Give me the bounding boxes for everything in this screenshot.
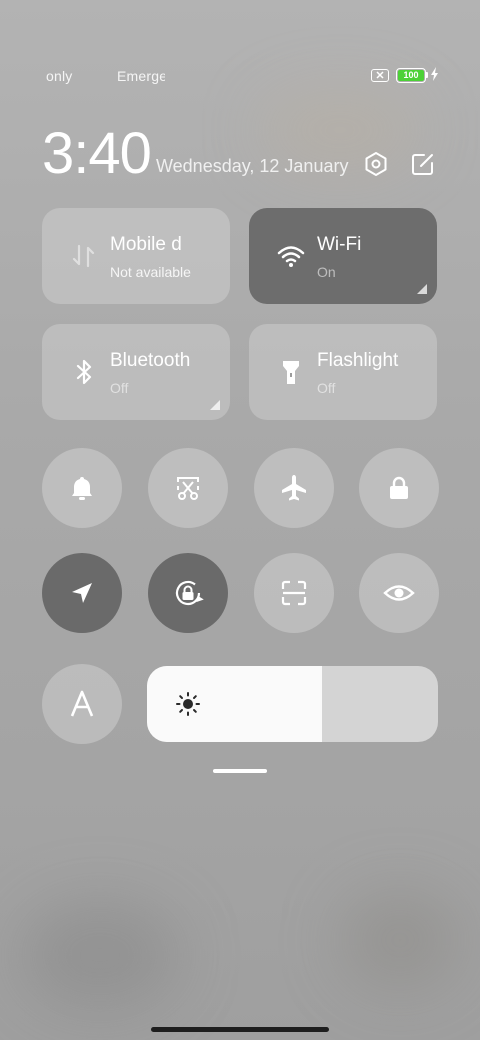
tile-label: Flashlight [317, 350, 399, 371]
toggle-font-size[interactable] [42, 664, 122, 744]
screenshot-icon [177, 477, 199, 500]
rotation-lock-icon [175, 580, 204, 606]
toggle-rotation-lock[interactable] [148, 553, 228, 633]
wallpaper-blur [340, 890, 460, 990]
toggle-reading-mode[interactable] [359, 553, 439, 633]
settings-hex-icon[interactable] [362, 150, 390, 178]
tile-status: Off [110, 380, 129, 396]
charging-bolt-icon [431, 67, 438, 81]
emergency-label: Emerge [117, 68, 165, 84]
wifi-icon [277, 246, 305, 267]
clock-time: 3:40 [42, 121, 152, 186]
toggle-scanner[interactable] [254, 553, 334, 633]
battery-icon: 100 [396, 68, 426, 83]
bell-icon [72, 477, 92, 500]
expand-corner-icon[interactable] [417, 284, 427, 294]
tile-wifi[interactable]: Wi-Fi On [249, 208, 437, 304]
wallpaper-blur [20, 900, 180, 1010]
tile-status: Not available [110, 264, 191, 280]
bluetooth-icon [76, 359, 92, 385]
flashlight-icon [283, 361, 299, 384]
tile-bluetooth[interactable]: Bluetooth Off [42, 324, 230, 420]
tile-status: Off [317, 380, 336, 396]
toggle-lock-screen[interactable] [359, 448, 439, 528]
tile-status: On [317, 264, 336, 280]
brightness-slider[interactable] [147, 666, 438, 742]
carrier-label: only [46, 68, 73, 84]
edit-icon[interactable] [409, 150, 437, 178]
toggle-location[interactable] [42, 553, 122, 633]
sun-icon [176, 692, 200, 716]
status-bar: only Emerge 100 [0, 62, 480, 90]
date-label: Wednesday, 12 January [156, 156, 349, 176]
lock-icon [390, 476, 408, 499]
font-a-icon [70, 690, 94, 717]
scanner-icon [281, 580, 307, 606]
toggle-screenshot[interactable] [148, 448, 228, 528]
tile-mobile-data[interactable]: Mobile d Not available [42, 208, 230, 304]
home-indicator[interactable] [151, 1027, 329, 1032]
mobile-data-icon [72, 244, 95, 268]
tile-flashlight[interactable]: Flashlight Off [249, 324, 437, 420]
eye-icon [383, 585, 415, 601]
no-sim-icon [371, 69, 389, 82]
expand-corner-icon[interactable] [210, 400, 220, 410]
battery-level: 100 [398, 70, 424, 81]
toggle-airplane[interactable] [254, 448, 334, 528]
battery-tip [426, 72, 428, 78]
airplane-icon [282, 475, 306, 501]
toggle-silent[interactable] [42, 448, 122, 528]
tile-label: Mobile d [110, 234, 182, 255]
drag-handle[interactable] [213, 769, 267, 773]
tile-label: Bluetooth [110, 350, 191, 371]
brightness-fill [147, 666, 322, 742]
location-icon [72, 583, 92, 603]
tile-label: Wi-Fi [317, 234, 362, 255]
